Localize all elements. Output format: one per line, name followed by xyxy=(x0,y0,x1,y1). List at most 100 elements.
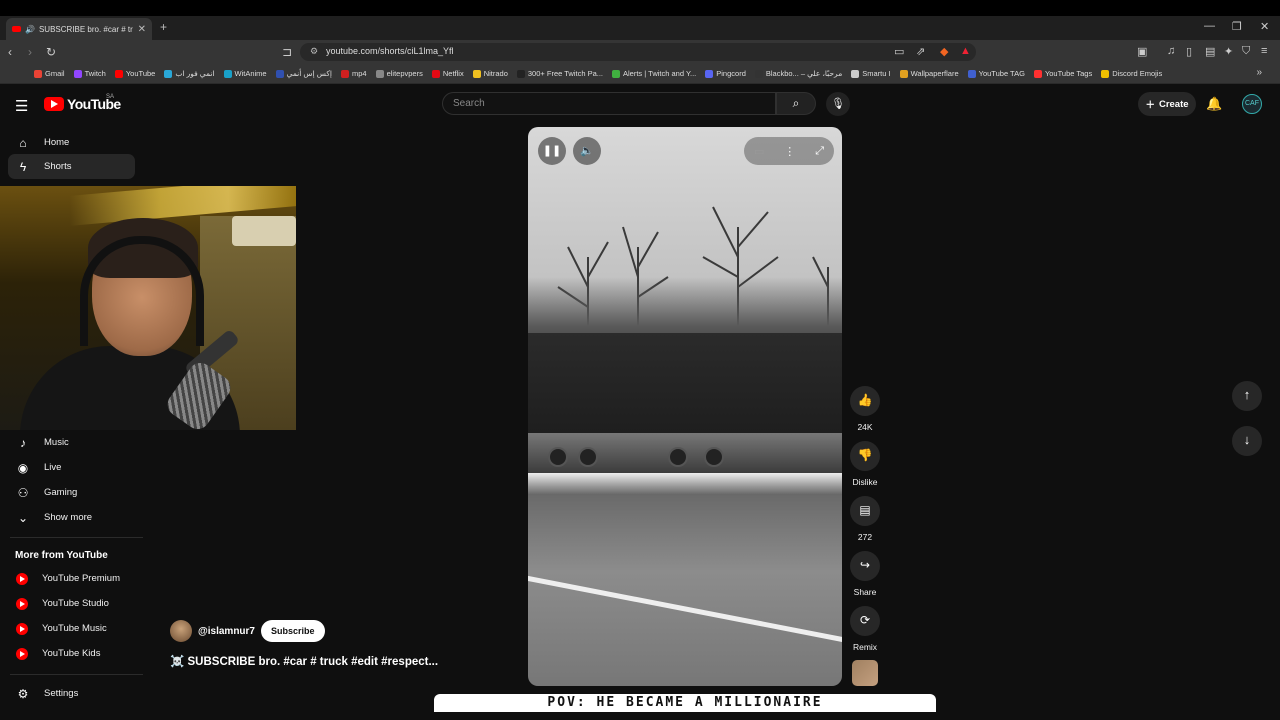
bookmark-label: YouTube Tags xyxy=(1044,69,1093,78)
share-button[interactable]: ↪ Share xyxy=(848,551,882,597)
home-icon: ⌂ xyxy=(19,135,27,150)
sidebar-item-live[interactable]: ◉ Live xyxy=(8,455,135,480)
bookmark-label: WitAnime xyxy=(234,69,267,78)
channel-avatar[interactable] xyxy=(170,620,192,642)
captions-icon[interactable]: ▭ xyxy=(754,145,764,158)
pause-button[interactable]: ❚❚ xyxy=(538,137,566,165)
account-avatar[interactable]: CAF xyxy=(1242,94,1262,114)
sidebar-item-music[interactable]: ♪ Music xyxy=(8,430,135,455)
bookmark-item[interactable]: 300+ Free Twitch Pa... xyxy=(516,69,604,78)
bookmark-item[interactable]: Wallpaperflare xyxy=(899,69,959,78)
music-player-icon[interactable]: ♫ xyxy=(1167,45,1175,57)
bookmark-item[interactable]: Netflix xyxy=(431,69,464,78)
bookmark-item[interactable]: انمي فور اب xyxy=(164,69,215,78)
reload-icon[interactable]: ↻ xyxy=(46,45,56,59)
sidebar-toggle-icon[interactable]: ▯ xyxy=(1186,45,1192,58)
maximize-icon[interactable]: ❐ xyxy=(1232,20,1242,33)
bookmark-label: Netflix xyxy=(442,69,464,78)
extension-icon[interactable]: ▣ xyxy=(1137,45,1147,58)
speaker-icon[interactable]: 🔊 xyxy=(25,25,35,34)
vpn-icon[interactable]: ⛉ xyxy=(1242,45,1250,58)
sidebar-item-gaming[interactable]: ⚇ Gaming xyxy=(8,480,135,505)
like-button[interactable]: 👍 24K xyxy=(848,386,882,432)
sidebar-item-label: Settings xyxy=(44,688,79,699)
bookmark-item[interactable]: إكس إس أنمي xyxy=(275,69,332,78)
share-page-icon[interactable]: ⇗ xyxy=(916,45,925,58)
bookmark-item[interactable]: Alerts | Twitch and Y... xyxy=(612,69,696,78)
fullscreen-icon[interactable]: ⤢ xyxy=(815,145,824,158)
sidebar-item-youtube-studio[interactable]: YouTube Studio xyxy=(8,591,135,616)
dislike-label: Dislike xyxy=(852,477,878,487)
sidebar-item-show-more[interactable]: ⌄ Show more xyxy=(8,505,135,530)
share-label: Share xyxy=(853,587,877,597)
sound-thumbnail[interactable] xyxy=(852,660,878,686)
minimize-icon[interactable]: — xyxy=(1204,20,1215,32)
search-button[interactable]: ⌕ xyxy=(776,92,816,115)
more-options-icon[interactable]: ⋮ xyxy=(784,145,795,158)
bookmark-item[interactable]: Twitch xyxy=(73,69,106,78)
bookmark-item[interactable]: YouTube TAG xyxy=(967,69,1025,78)
bookmark-label: YouTube xyxy=(125,69,156,78)
bookmark-item[interactable]: YouTube xyxy=(114,69,156,78)
brave-shield-icon[interactable]: ◆ xyxy=(940,45,948,58)
bookmark-icon[interactable]: ⊐ xyxy=(282,45,292,59)
bookmark-item[interactable]: Discord Emojis xyxy=(1101,69,1162,78)
brave-rewards-icon[interactable]: ▲ xyxy=(960,45,971,57)
bookmark-favicon-icon xyxy=(223,69,232,78)
sidebar-item-youtube-premium[interactable]: YouTube Premium xyxy=(8,566,135,591)
menu-icon[interactable]: ≡ xyxy=(1261,45,1267,57)
short-title[interactable]: ☠️ SUBSCRIBE bro. #car # truck #edit #re… xyxy=(170,654,438,668)
search-input[interactable]: Search xyxy=(442,92,776,115)
divider xyxy=(10,674,143,675)
previous-short-button[interactable]: ↑ xyxy=(1232,381,1262,411)
remix-button[interactable]: ⟳ Remix xyxy=(848,606,882,652)
bookmark-item[interactable]: YouTube Tags xyxy=(1033,69,1093,78)
back-icon[interactable]: ‹ xyxy=(8,45,12,59)
wallet-icon[interactable]: ▤ xyxy=(1205,45,1215,58)
bookmark-item[interactable]: Smartu I xyxy=(851,69,891,78)
forward-icon[interactable]: › xyxy=(28,45,32,59)
subscribe-button[interactable]: Subscribe xyxy=(261,620,325,642)
video-truck-trailer xyxy=(528,333,842,435)
close-tab-icon[interactable]: ✕ xyxy=(138,24,146,35)
cast-icon[interactable]: ▭ xyxy=(894,45,904,58)
bookmark-item[interactable]: WitAnime xyxy=(223,69,267,78)
volume-button[interactable]: 🔈 xyxy=(573,137,601,165)
bookmark-item[interactable]: Nitrado xyxy=(472,69,508,78)
address-bar[interactable]: ⚙ youtube.com/shorts/ciL1lma_Yfl xyxy=(300,43,976,61)
site-info-icon[interactable]: ⚙ xyxy=(310,46,318,57)
sidebar-item-label: YouTube Music xyxy=(42,623,107,634)
bookmark-item[interactable]: elitepvpers xyxy=(375,69,423,78)
bookmark-label: 300+ Free Twitch Pa... xyxy=(527,69,604,78)
shorts-video-player[interactable]: ❚❚ 🔈 ▭ ⋮ ⤢ xyxy=(528,127,842,686)
bookmark-item[interactable]: Pingcord xyxy=(705,69,746,78)
more-bookmarks-icon[interactable]: » xyxy=(1256,67,1262,78)
next-short-button[interactable]: ↓ xyxy=(1232,426,1262,456)
sidebar-item-youtube-music[interactable]: YouTube Music xyxy=(8,616,135,641)
leo-ai-icon[interactable]: ✦ xyxy=(1224,45,1233,58)
sidebar-item-youtube-kids[interactable]: YouTube Kids xyxy=(8,641,135,666)
bookmark-favicon-icon xyxy=(164,69,173,78)
hamburger-menu-icon[interactable]: ☰ xyxy=(15,97,28,115)
dislike-button[interactable]: 👎 Dislike xyxy=(848,441,882,487)
bookmark-favicon-icon xyxy=(1033,69,1042,78)
voice-search-button[interactable]: 🎙 xyxy=(826,92,850,116)
bookmark-item[interactable]: Gmail xyxy=(34,69,65,78)
bookmark-item[interactable]: mp4 xyxy=(340,69,367,78)
youtube-kids-icon xyxy=(16,647,28,660)
sidebar-item-shorts[interactable]: ϟ Shorts xyxy=(8,154,135,179)
comments-button[interactable]: ▤ 272 xyxy=(848,496,882,542)
close-window-icon[interactable]: ✕ xyxy=(1260,20,1269,33)
channel-name[interactable]: @islamnur7 xyxy=(198,626,255,637)
new-tab-button[interactable]: + xyxy=(160,20,167,34)
bookmark-label: Nitrado xyxy=(483,69,508,78)
notifications-bell-icon[interactable]: 🔔 xyxy=(1206,96,1222,112)
thumbs-down-icon: 👎 xyxy=(850,441,880,471)
sidebar-item-home[interactable]: ⌂ Home xyxy=(8,130,135,155)
youtube-logo[interactable]: YouTube SA xyxy=(44,94,121,112)
create-button[interactable]: ＋ Create xyxy=(1138,92,1196,116)
sidebar-item-label: Home xyxy=(44,137,70,148)
browser-tab[interactable]: 🔊 SUBSCRIBE bro. #car # tr ✕ xyxy=(6,18,152,40)
sidebar-item-settings[interactable]: ⚙ Settings xyxy=(8,681,135,706)
bookmark-item[interactable]: Blackbo... – مرحبًا، علي xyxy=(754,69,842,78)
